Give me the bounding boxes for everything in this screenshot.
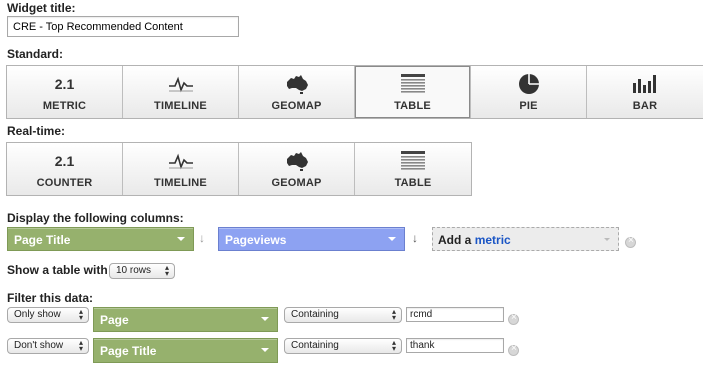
filter-value-input[interactable]: thank bbox=[406, 338, 504, 353]
caret-down-icon bbox=[604, 238, 610, 241]
standard-bar-button[interactable]: BAR bbox=[587, 66, 703, 118]
standard-metric-button[interactable]: 2.1 METRIC bbox=[7, 66, 123, 118]
button-label: TIMELINE bbox=[154, 100, 207, 112]
filter-mode-value: Only show bbox=[14, 309, 61, 320]
dimension-value: Page Title bbox=[14, 233, 71, 247]
standard-timeline-button[interactable]: TIMELINE bbox=[123, 66, 239, 118]
select-arrows-icon: ▴ ▾ bbox=[78, 307, 83, 322]
add-metric-prefix: Add a bbox=[438, 233, 472, 247]
button-label: GEOMAP bbox=[271, 100, 322, 112]
caret-down-icon bbox=[261, 317, 269, 321]
add-metric-dropdown[interactable]: Add a metric bbox=[432, 227, 619, 251]
timeline-icon bbox=[168, 76, 193, 93]
button-label: BAR bbox=[632, 100, 658, 112]
realtime-table-button[interactable]: TABLE bbox=[355, 143, 471, 195]
caret-down-icon bbox=[261, 348, 269, 352]
filter-dimension-value: Page bbox=[100, 313, 129, 327]
select-arrows-icon: ▴ ▾ bbox=[164, 263, 169, 278]
bar-chart-icon bbox=[633, 75, 656, 93]
filter-match-value: Containing bbox=[291, 309, 339, 320]
remove-filter-icon[interactable] bbox=[508, 312, 519, 325]
filter-dimension-dropdown[interactable]: Page bbox=[93, 307, 278, 332]
remove-metric-icon[interactable] bbox=[625, 235, 636, 248]
table-icon bbox=[401, 151, 425, 170]
rows-select-value: 10 rows bbox=[116, 265, 152, 276]
standard-table-button[interactable]: TABLE bbox=[355, 66, 471, 118]
select-arrows-icon: ▴ ▾ bbox=[391, 307, 396, 322]
standard-visualization-buttons: 2.1 METRIC TIMELINE GEOMAP TABLE PIE BAR bbox=[6, 65, 703, 119]
filter-mode-value: Don't show bbox=[14, 340, 64, 351]
table-icon bbox=[400, 74, 425, 93]
widget-title-label: Widget title: bbox=[7, 1, 76, 15]
filter-dimension-value: Page Title bbox=[100, 344, 157, 358]
arrow-down-icon: ↓ bbox=[412, 231, 418, 245]
standard-label: Standard: bbox=[7, 47, 64, 61]
realtime-geomap-button[interactable]: GEOMAP bbox=[239, 143, 355, 195]
dimension-dropdown[interactable]: Page Title bbox=[7, 227, 194, 251]
realtime-counter-button[interactable]: 2.1 COUNTER bbox=[7, 143, 123, 195]
metric-value: Pageviews bbox=[225, 233, 287, 247]
button-label: METRIC bbox=[42, 100, 87, 112]
button-label: TIMELINE bbox=[154, 177, 207, 189]
filter-match-select[interactable]: Containing ▴ ▾ bbox=[284, 338, 402, 354]
button-label: COUNTER bbox=[36, 177, 93, 189]
australia-map-icon bbox=[286, 152, 308, 171]
add-metric-link[interactable]: metric bbox=[475, 233, 511, 247]
arrow-down-icon: ↓ bbox=[199, 231, 205, 245]
widget-title-input[interactable] bbox=[7, 16, 239, 37]
rows-select[interactable]: 10 rows ▴ ▾ bbox=[109, 263, 175, 279]
pie-chart-icon bbox=[518, 74, 539, 94]
standard-pie-button[interactable]: PIE bbox=[471, 66, 587, 118]
button-label: TABLE bbox=[394, 100, 431, 112]
remove-filter-icon[interactable] bbox=[508, 343, 519, 356]
filter-mode-select[interactable]: Don't show ▴ ▾ bbox=[7, 338, 89, 354]
filter-match-select[interactable]: Containing ▴ ▾ bbox=[284, 307, 402, 323]
filter-value-input[interactable]: rcmd bbox=[406, 307, 504, 322]
australia-map-icon bbox=[286, 75, 308, 94]
realtime-label: Real-time: bbox=[7, 124, 66, 138]
caret-down-icon bbox=[388, 237, 396, 241]
filter-dimension-dropdown[interactable]: Page Title bbox=[93, 338, 278, 363]
button-label: PIE bbox=[519, 100, 538, 112]
metric-dropdown[interactable]: Pageviews bbox=[218, 227, 405, 251]
select-arrows-icon: ▴ ▾ bbox=[78, 338, 83, 353]
metric-number-icon: 2.1 bbox=[54, 76, 75, 92]
button-label: TABLE bbox=[394, 177, 432, 189]
realtime-timeline-button[interactable]: TIMELINE bbox=[123, 143, 239, 195]
filter-mode-select[interactable]: Only show ▴ ▾ bbox=[7, 307, 89, 323]
standard-geomap-button[interactable]: GEOMAP bbox=[239, 66, 355, 118]
timeline-icon bbox=[168, 153, 193, 170]
caret-down-icon bbox=[177, 237, 185, 241]
button-label: GEOMAP bbox=[271, 177, 322, 189]
realtime-visualization-buttons: 2.1 COUNTER TIMELINE GEOMAP TABLE bbox=[6, 142, 472, 196]
filter-match-value: Containing bbox=[291, 340, 339, 351]
select-arrows-icon: ▴ ▾ bbox=[391, 338, 396, 353]
filter-label: Filter this data: bbox=[7, 291, 94, 305]
columns-label: Display the following columns: bbox=[7, 211, 184, 225]
counter-number-icon: 2.1 bbox=[54, 153, 75, 169]
table-rows-label: Show a table with bbox=[7, 263, 108, 277]
